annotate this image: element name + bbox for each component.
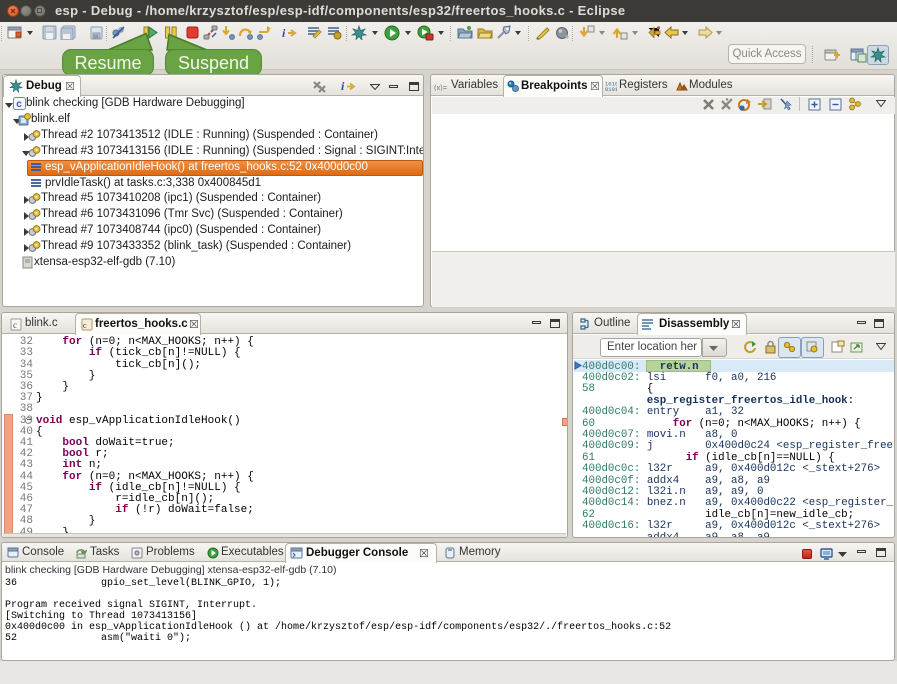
svg-text:0101: 0101 bbox=[605, 86, 617, 92]
svg-text:c: c bbox=[83, 321, 87, 330]
svg-text:c: c bbox=[16, 99, 22, 110]
svg-text:(x)=: (x)= bbox=[434, 83, 448, 91]
svg-text:c: c bbox=[13, 320, 17, 330]
